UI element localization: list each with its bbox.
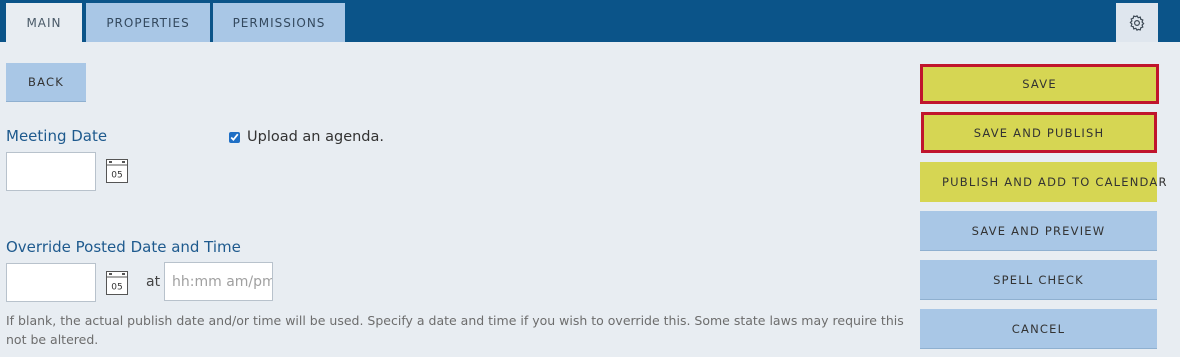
meeting-date-input[interactable] (6, 152, 96, 191)
settings-button[interactable] (1116, 3, 1158, 42)
calendar-icon[interactable]: 05 (106, 271, 128, 295)
upload-agenda-option[interactable]: Upload an agenda. (229, 129, 384, 145)
gear-icon (1129, 14, 1145, 31)
override-date-label: Override Posted Date and Time (6, 238, 241, 256)
override-date-input[interactable] (6, 263, 96, 302)
cancel-button[interactable]: CANCEL (920, 309, 1157, 349)
at-label: at (146, 274, 161, 290)
calendar-day: 05 (111, 171, 122, 181)
publish-and-add-to-calendar-button[interactable]: PUBLISH AND ADD TO CALENDAR (920, 162, 1166, 202)
tab-main[interactable]: MAIN (6, 3, 82, 42)
top-bar: MAIN PROPERTIES PERMISSIONS (0, 0, 1180, 42)
override-time-input[interactable] (164, 262, 273, 301)
override-help-text: If blank, the actual publish date and/or… (6, 313, 904, 347)
calendar-day: 05 (111, 283, 122, 293)
tab-properties[interactable]: PROPERTIES (86, 3, 210, 42)
save-button[interactable]: SAVE (920, 64, 1159, 104)
spell-check-button[interactable]: SPELL CHECK (920, 260, 1157, 300)
back-button[interactable]: BACK (6, 63, 86, 102)
meeting-date-label: Meeting Date (6, 127, 108, 145)
save-and-preview-button[interactable]: SAVE AND PREVIEW (920, 211, 1157, 251)
upload-agenda-checkbox[interactable] (229, 131, 240, 143)
upload-agenda-label: Upload an agenda. (247, 129, 384, 145)
save-and-publish-button[interactable]: SAVE AND PUBLISH (921, 112, 1157, 153)
calendar-icon[interactable]: 05 (106, 159, 128, 183)
tab-permissions[interactable]: PERMISSIONS (213, 3, 345, 42)
